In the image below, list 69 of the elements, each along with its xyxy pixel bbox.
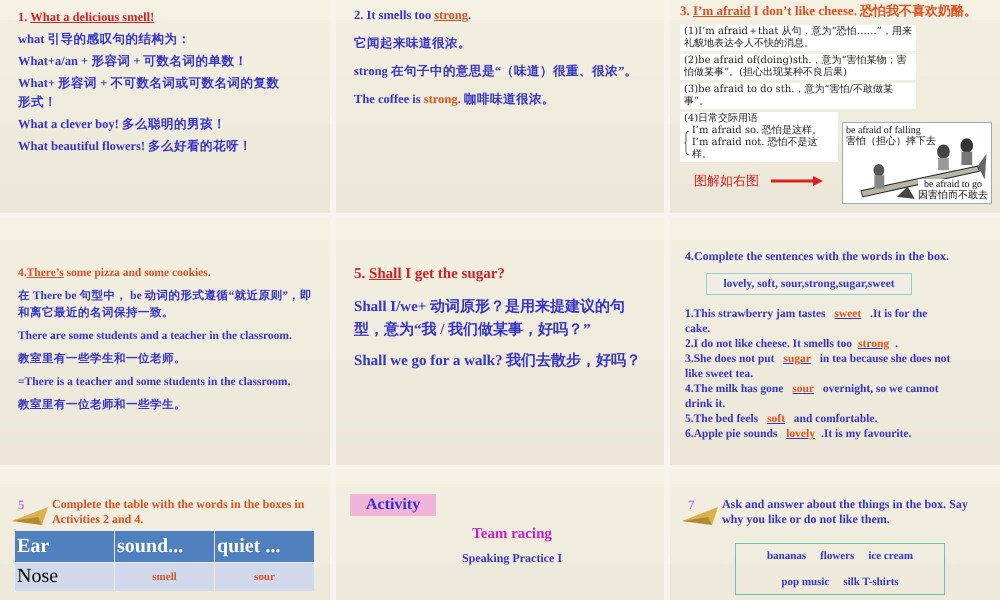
caption-text: 图解如右图 (694, 172, 759, 190)
slide-thumbnail[interactable] (670, 0, 1000, 213)
activity-heading: Complete the table with the words in the boxes in Activities 2 and 4. (52, 496, 306, 527)
table-cell: Nose (15, 563, 114, 591)
word-text: pop music (781, 576, 830, 588)
word-box: lovely, soft, sour,strong,sugar,sweet (706, 273, 912, 295)
exercise-sentence: 5.The bed feels soft and comfortable. (685, 412, 878, 427)
slide-thumbnail[interactable]: Activity Team racing Speaking Practice I (336, 471, 664, 600)
word-text: ice cream (868, 550, 914, 562)
activity-heading: Ask and answer about the things in the box. Say why you like or do not like them. (722, 496, 969, 527)
exercise-sentence: 3.She does not put sugar in tea because she does not like sweet tea. (685, 352, 952, 382)
slide-text: What a clever boy! 多么聪明的男孩！ (18, 116, 227, 133)
table-header-cell: Ear (15, 531, 114, 562)
table-header-cell: sound... (115, 531, 214, 562)
slide-text: The coffee is strong. 咖啡味道很浓。 (354, 91, 556, 108)
slide-text: Shall I/we+ 动词原形？是用来提建议的句型，意为“我 / 我们做某事，好吗？” (354, 297, 626, 340)
exercise-sentence: 6.Apple pie sounds lovely .It is my favourite. (685, 427, 912, 442)
slide-thumbnail[interactable] (0, 219, 330, 465)
word-text: flowers (820, 550, 854, 562)
figure-label: 害怕（担心）摔下去 (846, 136, 936, 147)
slide-text: strong 在句子中的意思是“（味道）很重、很浓”。 (354, 63, 638, 80)
slide-thumbnail[interactable]: 5 Complete the table with the words in the boxes in Activities 2 and 4. Ear sound... quiet ... Nose smell sour (0, 471, 330, 600)
text-box: (2)be afraid of(doing)sth.，意为“害怕某物；害怕做某事”。(担心出现某种不良后果) (680, 54, 916, 80)
slide-text: What+ 形容词 + 不可数名词或可数名词的复数形式！ (18, 75, 280, 111)
activity-number: 7 (688, 497, 694, 513)
slide-thumbnail[interactable]: 5. Shall I get the sugar? Shall I/we+ 动词原形？是用来提建议的句型，意为“我 / 我们做某事，好吗？” Shall we go for a walk? 我们去散步，好吗？ (336, 219, 664, 465)
slide-text: 教室里有一位老师和一些学生。 (18, 397, 187, 413)
slide-text: what 引导的感叹句的结构为： (18, 31, 192, 48)
exercise-heading: 4.Complete the sentences with the words in the box. (685, 249, 950, 264)
activity-number: 5 (18, 497, 24, 513)
brace-icon (684, 130, 690, 156)
slide-title: 3. I’m afraid I don’t like cheese. 恐怕我不喜欢奶酪。 (680, 2, 978, 20)
table-header-cell: quiet ... (215, 531, 314, 562)
slide-text: 5. Shall I get the sugar? (354, 265, 506, 284)
slide-thumbnail[interactable] (670, 219, 1000, 465)
exercise-sentence: 4.The milk has gone sour overnight, so we cannot drink it. (685, 382, 940, 412)
slide-text: 教室里有一些学生和一位老师。 (18, 351, 187, 367)
slide-text: What beautiful flowers! 多么好看的花呀！ (18, 138, 254, 155)
slide-subtitle: Speaking Practice I (462, 551, 562, 566)
table-cell: sour (215, 563, 314, 591)
slide-text: There are some students and a teacher in the classroom. (18, 329, 293, 344)
arrow-icon (771, 176, 823, 186)
slide-text: 2. It smells too strong. (354, 7, 472, 24)
phrase-text: I’m afraid not. 恐怕不是这样。 (692, 137, 819, 161)
slide-text: Shall we go for a walk? 我们去散步，好吗？ (354, 351, 642, 371)
phrase-text: I’m afraid so. 恐怕是这样。 (692, 125, 824, 136)
slide-text: 1. What a delicious smell! (18, 9, 156, 26)
slide-thumbnail[interactable]: 1. What a delicious smell! what 引导的感叹句的结构为： What+a/an + 形容词 + 可数名词的单数！ What+ 形容词 + 不可数名词或可数名词的复数形式！ What a clever boy! 多么聪明的男孩！ What beautiful flowers! 多么好看的花呀！ (0, 0, 330, 213)
figure-label: be afraid to go (924, 179, 982, 190)
word-text: bananas (766, 550, 806, 562)
slide-text: 它闻起来味道很浓。 (354, 35, 472, 52)
slide-text: 在 There be 句型中， be 动词的形式遵循“就近原则”，即和离它最近的名词保持一致。 (18, 288, 314, 321)
slide-thumbnail[interactable]: 7 Ask and answer about the things in the box. Say why you like or do not like them. bananas flowers ice cream pop music silk T-shirts (670, 471, 1000, 600)
figure-label: 因害怕而不敢去 (918, 190, 988, 201)
text-box: (3)be afraid to do sth.，意为“害怕/不敢做某事”。 (680, 83, 916, 109)
text-box: (1)I’m afraid＋that 从句，意为“恐怕……”，用来礼貌地表达令人不快的消息。 (680, 25, 916, 51)
box-heading: (4)日常交际用语 (684, 113, 760, 125)
exercise-sentence: 1.This strawberry jam tastes sweet .It is for the cake. (685, 307, 928, 337)
table-cell: smell (115, 563, 214, 591)
activity-badge: Activity (350, 494, 436, 516)
slide-text: =There is a teacher and some students in the classroom. (18, 375, 292, 390)
word-text: silk T-shirts (843, 576, 899, 588)
slide-title: Team racing (472, 526, 552, 543)
slide-text: What+a/an + 形容词 + 可数名词的单数！ (18, 53, 249, 70)
slide-thumbnail[interactable]: 2. It smells too strong. 它闻起来味道很浓。 strong 在句子中的意思是“（味道）很重、很浓”。 The coffee is strong. 咖啡味道很浓。 (336, 0, 664, 213)
exercise-sentence: 2.I do not like cheese. It smells too strong . (685, 337, 900, 352)
slide-text: 4.There’s some pizza and some cookies. (18, 266, 212, 281)
figure-label: be afraid of falling (846, 125, 922, 136)
triangle-icon (682, 507, 718, 525)
